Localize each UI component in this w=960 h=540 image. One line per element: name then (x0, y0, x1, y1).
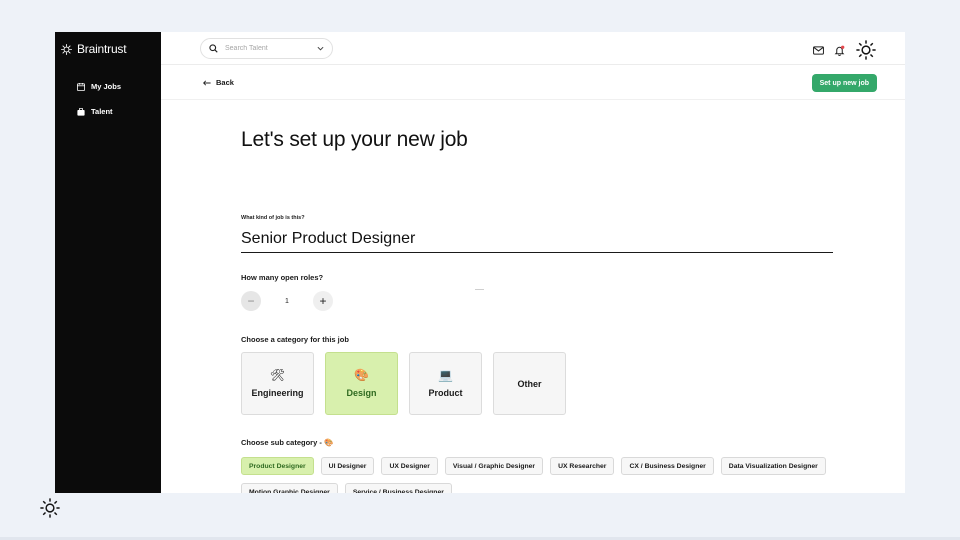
sidebar-item-talent[interactable]: Talent (77, 107, 113, 116)
chevron-down-icon[interactable] (317, 46, 324, 51)
subcategory-chip[interactable]: Motion Graphic Designer (241, 483, 338, 493)
category-product[interactable]: 💻 Product (409, 352, 482, 415)
tools-icon: 🛠 (269, 368, 286, 382)
subcategory-chip[interactable]: Visual / Graphic Designer (444, 457, 544, 475)
category-options: 🛠 Engineering 🎨 Design 💻 Product Other (241, 352, 566, 415)
back-label: Back (216, 78, 234, 87)
back-link[interactable]: Back (203, 78, 234, 87)
search-bar[interactable] (200, 38, 333, 59)
job-title-input[interactable] (241, 226, 833, 253)
category-design[interactable]: 🎨 Design (325, 352, 398, 415)
job-type-label: What kind of job is this? (241, 215, 305, 221)
open-roles-stepper: − + (241, 291, 333, 311)
subcategory-chip[interactable]: UX Designer (381, 457, 438, 475)
top-bar (161, 32, 905, 65)
category-label: Choose a category for this job (241, 335, 349, 344)
category-name: Design (346, 388, 377, 398)
subcategory-options: Product Designer UI Designer UX Designer… (241, 457, 841, 493)
increment-button[interactable]: + (313, 291, 333, 311)
category-engineering[interactable]: 🛠 Engineering (241, 352, 314, 415)
brand-name: Braintrust (77, 42, 127, 56)
open-roles-input[interactable] (270, 297, 304, 305)
palette-icon: 🎨 (354, 368, 369, 382)
open-roles-label: How many open roles? (241, 273, 324, 282)
subcategory-label-text: Choose sub category (241, 438, 318, 447)
sidebar: Braintrust My Jobs Talent (55, 32, 161, 493)
braintrust-logo-icon (60, 43, 73, 56)
category-name: Engineering (251, 388, 304, 398)
search-input[interactable] (225, 45, 305, 52)
subcategory-label: Choose sub category - 🎨 (241, 438, 334, 447)
set-up-new-job-button[interactable]: Set up new job (811, 74, 877, 92)
sub-header: Back Set up new job (161, 66, 905, 100)
subcategory-chip[interactable]: Data Visualization Designer (720, 457, 826, 475)
calendar-icon (77, 82, 85, 91)
subcategory-chip[interactable]: UI Designer (320, 457, 375, 475)
subcategory-chip[interactable]: Product Designer (241, 457, 314, 475)
app-window: Braintrust My Jobs Talent Search Talent … (55, 32, 905, 493)
sidebar-item-my-jobs[interactable]: My Jobs (77, 82, 121, 91)
bell-icon[interactable] (834, 45, 845, 56)
category-other[interactable]: Other (493, 352, 566, 415)
subcategory-chip[interactable]: Service / Business Designer (344, 483, 452, 493)
gear-icon[interactable] (39, 497, 61, 519)
category-name: Product (428, 388, 463, 398)
gear-icon[interactable] (855, 39, 877, 61)
arrow-left-icon (203, 80, 211, 86)
briefcase-icon (77, 107, 85, 116)
mail-icon[interactable] (813, 45, 824, 55)
subcategory-chip[interactable]: UX Researcher (550, 457, 615, 475)
decrement-button[interactable]: − (241, 291, 261, 311)
sidebar-item-label: Talent (91, 107, 113, 116)
divider (475, 289, 484, 290)
page-title: Let's set up your new job (241, 128, 468, 151)
laptop-icon: 💻 (438, 368, 453, 382)
subcategory-chip[interactable]: CX / Business Designer (621, 457, 714, 475)
brand[interactable]: Braintrust (60, 42, 127, 56)
category-name: Other (517, 378, 542, 389)
palette-icon: 🎨 (323, 438, 334, 447)
search-icon (209, 44, 218, 53)
sidebar-item-label: My Jobs (91, 82, 122, 91)
